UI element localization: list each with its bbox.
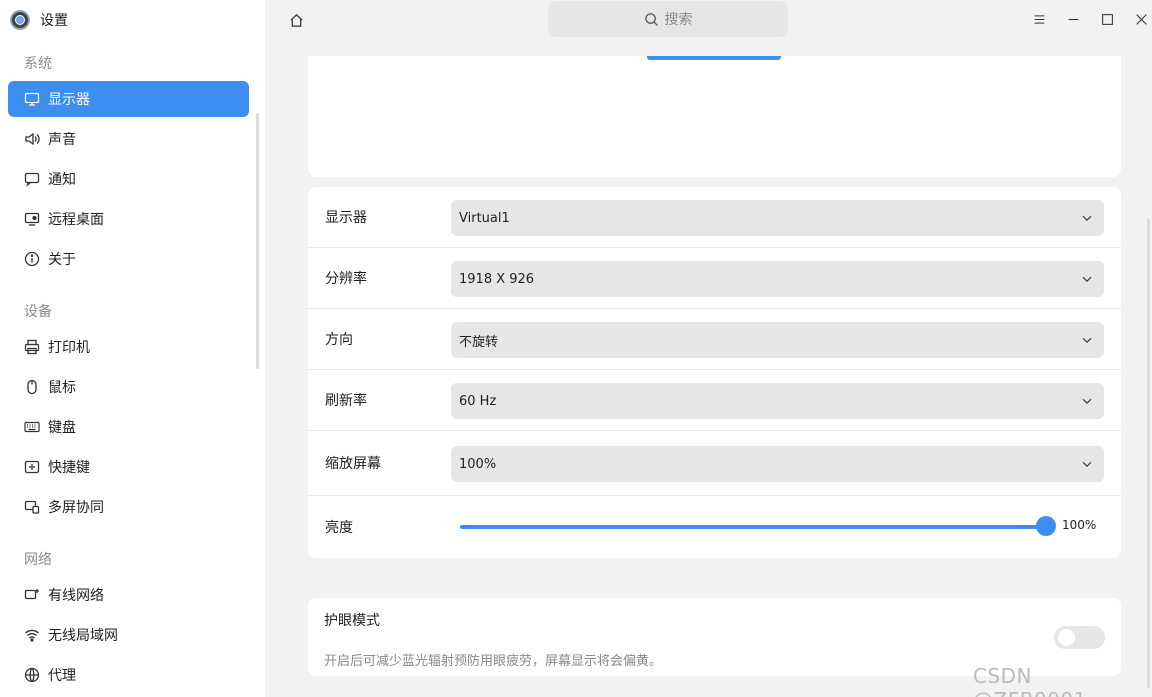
scale-select[interactable]: 100%: [451, 446, 1104, 482]
sidebar-item-label: 鼠标: [48, 380, 76, 396]
display-row-scale: 缩放屏幕 100%: [308, 431, 1121, 496]
section-title-devices: 设备: [24, 304, 52, 320]
select-value: Virtual1: [459, 210, 510, 226]
sidebar-item-display[interactable]: 显示器: [8, 81, 249, 117]
sidebar-item-label: 打印机: [48, 340, 90, 356]
app-header: 设置: [10, 9, 68, 31]
row-label: 显示器: [325, 210, 367, 226]
row-label: 亮度: [325, 520, 353, 536]
maximize-icon: [1101, 13, 1113, 25]
proxy-icon: [23, 667, 40, 684]
chevron-down-icon: [1082, 461, 1092, 468]
chevron-down-icon: [1082, 276, 1092, 283]
wired-network-icon: [23, 587, 40, 604]
eye-care-description: 开启后可减少蓝光辐射预防用眼疲劳，屏幕显示将会偏黄。: [324, 654, 663, 669]
info-icon: [23, 251, 40, 268]
eye-care-title: 护眼模式: [324, 613, 380, 629]
sidebar-item-wired-network[interactable]: 有线网络: [8, 577, 249, 613]
sidebar-scrollbar[interactable]: [256, 113, 259, 369]
sidebar-item-label: 显示器: [48, 92, 90, 108]
sidebar-item-keyboard[interactable]: 键盘: [8, 409, 249, 445]
display-settings-card: 显示器 Virtual1 分辨率 1918 X 926 方向 不旋转 刷新率 6…: [308, 187, 1121, 558]
menu-icon: [1034, 14, 1044, 24]
toggle-knob: [1058, 629, 1075, 646]
menu-button[interactable]: [1029, 9, 1049, 29]
sidebar-item-wifi[interactable]: 无线局域网: [8, 617, 249, 653]
sidebar-item-label: 无线局域网: [48, 628, 118, 644]
content-scrollbar[interactable]: [1147, 218, 1150, 688]
section-title-system: 系统: [24, 56, 52, 72]
select-value: 100%: [459, 456, 497, 472]
home-icon: [289, 13, 303, 27]
keyboard-icon: [23, 419, 40, 436]
speaker-icon: [23, 131, 40, 148]
select-value: 不旋转: [459, 334, 499, 350]
multi-screen-icon: [23, 499, 40, 516]
row-label: 刷新率: [325, 393, 367, 409]
sidebar-item-remote-desktop[interactable]: 远程桌面: [8, 201, 249, 237]
display-row-orientation: 方向 不旋转: [308, 309, 1121, 370]
sidebar-item-label: 键盘: [48, 420, 76, 436]
watermark: CSDN @ZFB0001: [973, 664, 1086, 697]
resolution-select[interactable]: 1918 X 926: [451, 261, 1104, 297]
mouse-icon: [23, 379, 40, 396]
chevron-down-icon: [1082, 337, 1092, 344]
sidebar-item-label: 远程桌面: [48, 212, 104, 228]
sidebar-item-label: 关于: [48, 252, 76, 268]
sidebar-item-sound[interactable]: 声音: [8, 121, 249, 157]
section-title-network: 网络: [24, 552, 52, 568]
sidebar-item-proxy[interactable]: 代理: [8, 657, 249, 693]
shortcut-icon: [23, 459, 40, 476]
close-icon: [1135, 13, 1147, 25]
monitor-select[interactable]: Virtual1: [451, 200, 1104, 236]
brightness-slider[interactable]: [460, 525, 1046, 529]
sidebar-item-label: 声音: [48, 132, 76, 148]
sidebar: 设置 系统 显示器 声音 通知 远程桌面 关于 设备 打印机 鼠标 键盘 快捷键…: [0, 0, 265, 697]
brightness-slider-handle[interactable]: [1036, 516, 1056, 536]
message-icon: [23, 171, 40, 188]
wifi-icon: [23, 627, 40, 644]
home-button[interactable]: [286, 10, 306, 30]
display-preview-screen[interactable]: [647, 56, 781, 60]
minimize-icon: [1068, 18, 1078, 20]
orientation-select[interactable]: 不旋转: [451, 322, 1104, 358]
display-row-monitor: 显示器 Virtual1: [308, 187, 1121, 248]
eye-care-toggle[interactable]: [1054, 626, 1105, 649]
sidebar-item-label: 多屏协同: [48, 500, 104, 516]
search-icon: [644, 12, 658, 26]
sidebar-item-shortcuts[interactable]: 快捷键: [8, 449, 249, 485]
sidebar-item-mouse[interactable]: 鼠标: [8, 369, 249, 405]
sidebar-item-multi-screen[interactable]: 多屏协同: [8, 489, 249, 525]
row-label: 分辨率: [325, 271, 367, 287]
app-title: 设置: [40, 13, 68, 29]
row-label: 缩放屏幕: [325, 456, 381, 472]
sidebar-item-about[interactable]: 关于: [8, 241, 249, 277]
display-preview-card: [308, 56, 1121, 177]
minimize-button[interactable]: [1063, 9, 1083, 29]
search-placeholder: 搜索: [664, 12, 693, 28]
close-button[interactable]: [1131, 9, 1151, 29]
printer-icon: [23, 339, 40, 356]
select-value: 60 Hz: [459, 393, 497, 409]
maximize-button[interactable]: [1097, 9, 1117, 29]
sidebar-item-printer[interactable]: 打印机: [8, 329, 249, 365]
sidebar-item-label: 快捷键: [48, 460, 90, 476]
chevron-down-icon: [1082, 215, 1092, 222]
sidebar-item-notification[interactable]: 通知: [8, 161, 249, 197]
settings-app-icon: [10, 10, 30, 30]
sidebar-item-label: 代理: [48, 668, 76, 684]
remote-desktop-icon: [23, 211, 40, 228]
display-row-brightness: 亮度 100%: [308, 496, 1121, 558]
chevron-down-icon: [1082, 398, 1092, 405]
select-value: 1918 X 926: [459, 271, 535, 287]
row-label: 方向: [325, 332, 353, 348]
sidebar-item-label: 通知: [48, 172, 76, 188]
display-row-refresh-rate: 刷新率 60 Hz: [308, 370, 1121, 431]
display-row-resolution: 分辨率 1918 X 926: [308, 248, 1121, 309]
monitor-icon: [23, 91, 40, 108]
search-input[interactable]: 搜索: [548, 1, 788, 37]
refresh-rate-select[interactable]: 60 Hz: [451, 383, 1104, 419]
sidebar-item-label: 有线网络: [48, 588, 104, 604]
brightness-value: 100%: [1062, 518, 1097, 532]
